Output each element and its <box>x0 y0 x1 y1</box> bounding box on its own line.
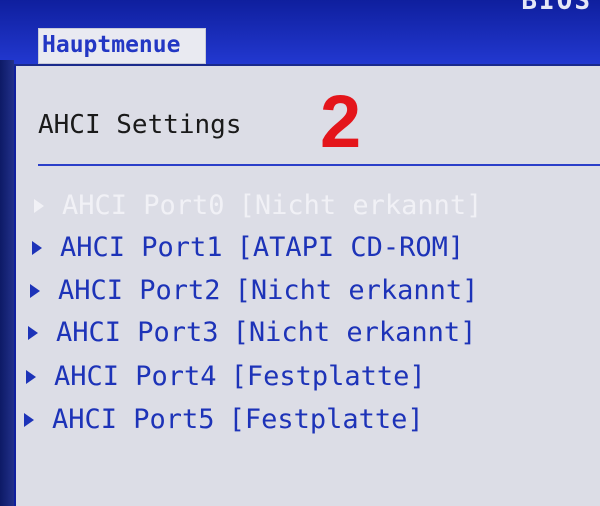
submenu-arrow-icon <box>34 199 44 213</box>
port-name: AHCI Port1 <box>60 232 223 263</box>
submenu-arrow-icon <box>26 370 36 384</box>
menu-item-ahci-port2[interactable]: AHCI Port2 [Nicht erkannt] <box>30 271 478 311</box>
menu-item-ahci-port0[interactable]: AHCI Port0 [Nicht erkannt] <box>34 186 482 226</box>
bios-label: BIOS <box>521 0 592 16</box>
submenu-arrow-icon <box>28 326 38 340</box>
tab-hauptmenue-label[interactable]: Hauptmenue <box>42 30 180 60</box>
port-value: [Nicht erkannt] <box>238 190 483 221</box>
port-value: [ATAPI CD-ROM] <box>236 232 465 263</box>
menu-item-ahci-port4[interactable]: AHCI Port4 [Festplatte] <box>26 357 426 397</box>
port-value: [Nicht erkannt] <box>234 275 479 306</box>
port-name: AHCI Port4 <box>54 361 217 392</box>
menu-item-ahci-port3[interactable]: AHCI Port3 [Nicht erkannt] <box>28 313 476 353</box>
port-value: [Festplatte] <box>230 361 426 392</box>
step-number-overlay: 2 <box>320 80 362 163</box>
menu-item-ahci-port5[interactable]: AHCI Port5 [Festplatte] <box>24 400 424 440</box>
port-value: [Festplatte] <box>228 404 424 435</box>
page-title: AHCI Settings <box>38 110 242 140</box>
port-name: AHCI Port5 <box>52 404 215 435</box>
submenu-arrow-icon <box>30 284 40 298</box>
port-value: [Nicht erkannt] <box>232 317 477 348</box>
port-name: AHCI Port0 <box>62 190 225 221</box>
screen-bezel <box>0 60 14 506</box>
port-name: AHCI Port3 <box>56 317 219 348</box>
menu-item-ahci-port1[interactable]: AHCI Port1 [ATAPI CD-ROM] <box>32 228 464 268</box>
port-name: AHCI Port2 <box>58 275 221 306</box>
title-divider <box>38 164 600 166</box>
submenu-arrow-icon <box>32 241 42 255</box>
submenu-arrow-icon <box>24 413 34 427</box>
